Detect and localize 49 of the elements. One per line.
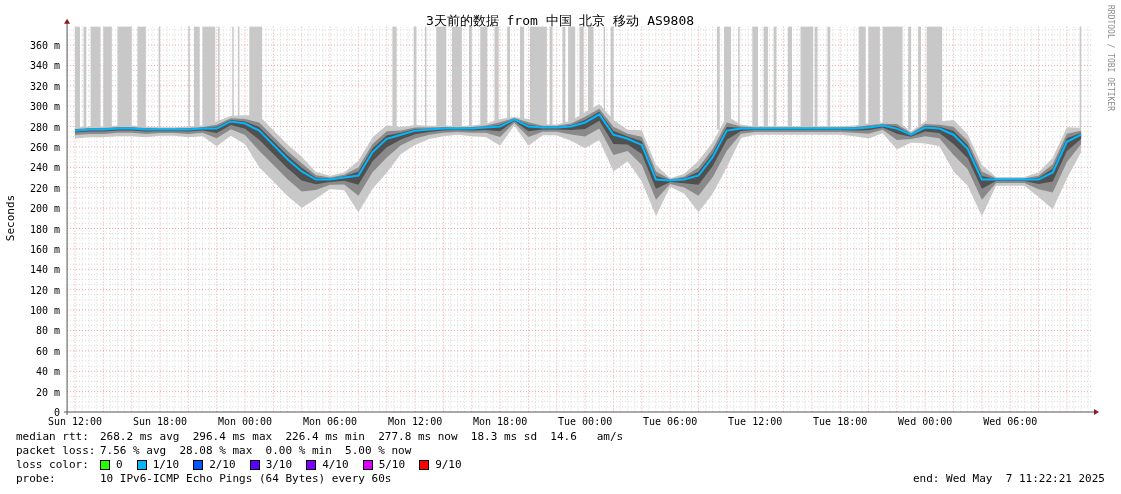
tick-label: 60 m	[35, 345, 60, 357]
credit-text: RRDTOOL / TOBI OETIKER	[1106, 5, 1115, 111]
tick-label: 20 m	[35, 386, 60, 398]
tick-label: Tue 06:00	[643, 416, 698, 427]
tick-label: 80 m	[35, 325, 60, 337]
legend-text: 1/10	[152, 458, 180, 472]
tick-label: Tue 18:00	[813, 416, 868, 427]
tick-label: 200 m	[29, 203, 60, 215]
tick-label: Sun 18:00	[132, 416, 188, 427]
legend-label: probe:	[16, 472, 57, 486]
tick-label: 160 m	[29, 243, 60, 255]
axis-label: Seconds	[4, 194, 17, 242]
tick-label: 100 m	[29, 305, 60, 317]
tick-label: 240 m	[29, 162, 60, 174]
tick-label: Mon 06:00	[302, 416, 358, 427]
legend-text: 4/10	[322, 458, 349, 472]
tick-label: 180 m	[29, 223, 60, 235]
legend-text: 2/10	[209, 458, 236, 472]
legend-text: 7.56 % avg 28.08 % max 0.00 % min 5.00 % now	[100, 444, 412, 458]
tick-label: Mon 12:00	[388, 416, 443, 427]
tick-label: Wed 06:00	[983, 416, 1038, 427]
tick-label: 280 m	[29, 121, 60, 133]
legend-label: packet loss:	[16, 444, 97, 458]
tick-label: 340 m	[29, 60, 60, 72]
tick-label: Wed 00:00	[898, 416, 953, 427]
tick-label: Tue 00:00	[558, 416, 613, 427]
legend-text: 10 IPv6-ICMP Echo Pings (64 Bytes) every 60s	[100, 472, 392, 486]
end-time: end: Wed May 7 11:22:21 2025	[912, 472, 1105, 486]
tick-label: 260 m	[29, 141, 60, 153]
legend-label: median rtt:	[16, 430, 90, 444]
tick-label: 220 m	[29, 182, 60, 194]
legend-text: 0	[116, 458, 123, 472]
tick-label: Mon 18:00	[473, 416, 528, 427]
legend-text: 9/10	[435, 458, 462, 472]
tick-label: 120 m	[29, 284, 60, 296]
tick-label: 320 m	[29, 80, 60, 92]
tick-label: 360 m	[29, 40, 60, 51]
tick-label: Mon 00:00	[217, 416, 273, 427]
tick-label: Tue 12:00	[728, 416, 783, 427]
chart-title: 3天前的数据 from 中国 北京 移动 AS9808	[425, 13, 695, 28]
legend-text: 5/10	[378, 458, 406, 472]
tick-label: 300 m	[29, 101, 60, 113]
tick-label: Sun 12:00	[47, 416, 103, 427]
legend-label: loss color:	[16, 458, 90, 472]
tick-label: 40 m	[35, 366, 60, 378]
tick-label: 140 m	[29, 264, 60, 276]
legend-text: 268.2 ms avg 296.4 ms max 226.4 ms min 277.8 ms now 18.3 ms sd 14.6 am/s	[100, 430, 624, 444]
tick-label: 0	[53, 407, 60, 418]
legend-text: 3/10	[265, 458, 293, 472]
